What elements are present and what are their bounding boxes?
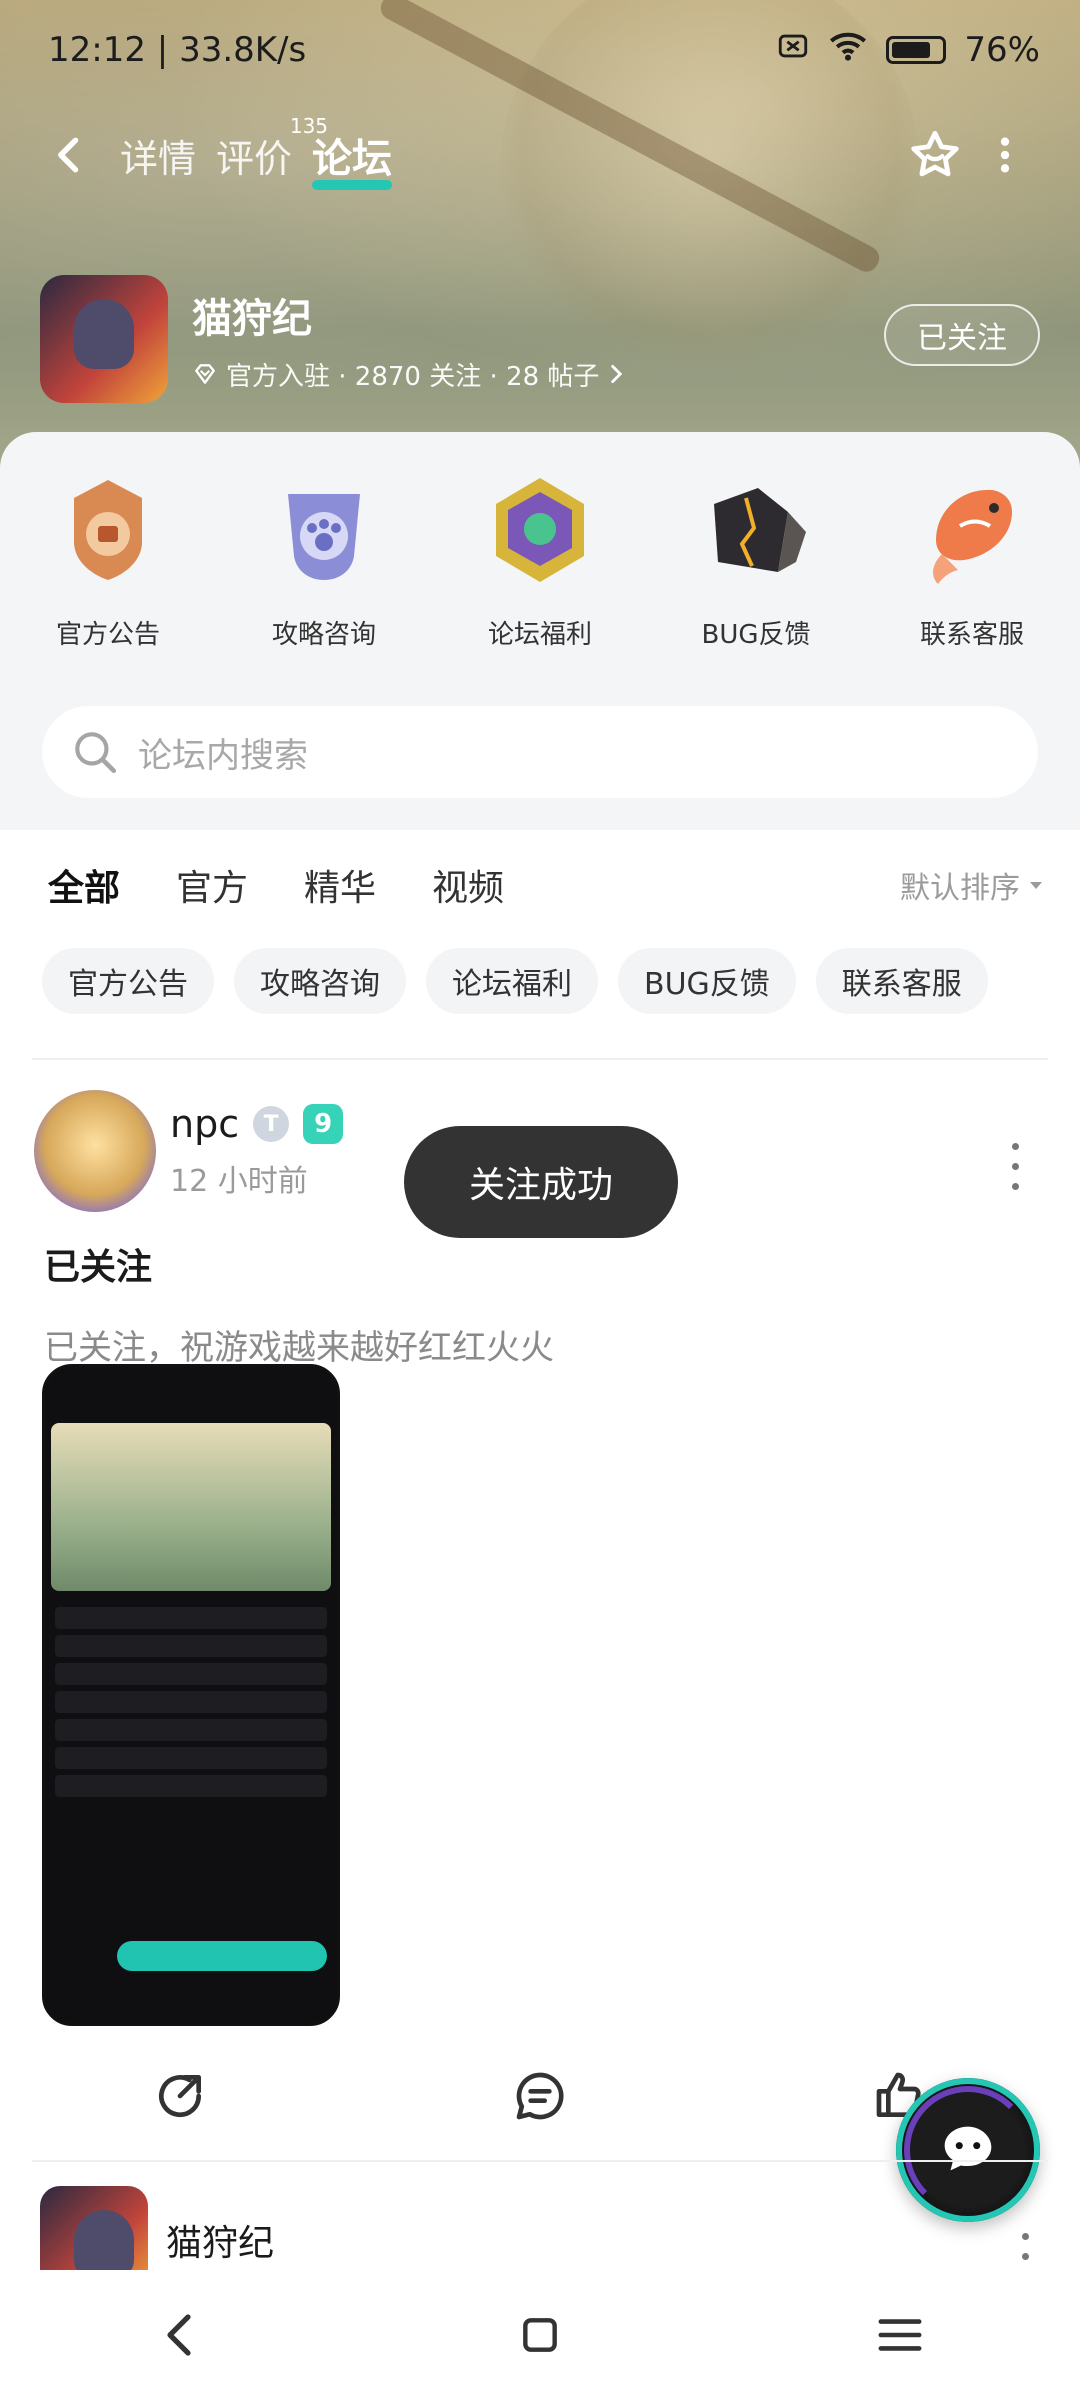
favorite-button[interactable] xyxy=(900,120,970,190)
quick-link-guides[interactable]: 攻略咨询 xyxy=(234,470,414,670)
system-navbar xyxy=(0,2270,1080,2400)
post-card-2[interactable]: 猫狩纪 xyxy=(40,2186,1040,2294)
sort-label: 默认排序 xyxy=(900,871,1020,906)
chevron-left-icon xyxy=(58,137,79,173)
share-button[interactable] xyxy=(140,2056,220,2136)
app-icon[interactable] xyxy=(40,275,168,403)
more-vertical-icon xyxy=(1000,137,1010,173)
announcement-badge-icon xyxy=(48,470,168,590)
chip-benefits[interactable]: 论坛福利 xyxy=(426,948,598,1014)
sim-icon xyxy=(776,29,810,72)
post-username[interactable]: 猫狩纪 xyxy=(166,2214,274,2266)
verified-diamond-icon xyxy=(195,364,215,384)
home-square-icon xyxy=(523,2318,557,2352)
status-bar: 12:12 | 33.8K/s 76% xyxy=(48,22,1040,78)
follow-button[interactable]: 已关注 xyxy=(884,304,1040,366)
category-chips: 官方公告 攻略咨询 论坛福利 BUG反馈 联系客服 xyxy=(42,948,1044,1014)
status-left: 12:12 | 33.8K/s xyxy=(48,30,307,70)
app-info[interactable]: 猫狩纪 官方入驻 · 2870 关注 · 28 帖子 xyxy=(192,286,627,393)
post-time: 12 小时前 xyxy=(170,1164,308,1199)
chat-bubble-icon xyxy=(944,2126,992,2171)
rank-badge: 9 xyxy=(303,1104,344,1144)
comment-icon xyxy=(516,2072,564,2120)
caret-down-icon xyxy=(1030,882,1042,889)
image-banner xyxy=(51,1423,331,1591)
star-icon xyxy=(911,130,959,177)
wifi-icon xyxy=(828,29,868,72)
top-nav: 详情 评价 135 论坛 xyxy=(40,114,1040,190)
chip-bug-report[interactable]: BUG反馈 xyxy=(618,948,796,1014)
avatar[interactable] xyxy=(34,1090,156,1212)
quick-link-label: 论坛福利 xyxy=(487,620,592,650)
search-placeholder: 论坛内搜索 xyxy=(138,735,308,776)
app-meta-text: 官方入驻 · 2870 关注 · 28 帖子 xyxy=(226,361,600,392)
post-username-row: npc T 9 xyxy=(170,1102,344,1146)
back-button[interactable] xyxy=(40,125,100,185)
chip-guides[interactable]: 攻略咨询 xyxy=(234,948,406,1014)
tab-reviews[interactable]: 评价 135 xyxy=(216,114,328,183)
quick-link-label: 联系客服 xyxy=(919,620,1024,650)
nav-home-button[interactable] xyxy=(505,2300,575,2370)
tab-forum[interactable]: 论坛 xyxy=(312,126,393,190)
filter-tab-official[interactable]: 官方 xyxy=(176,859,248,911)
filter-tab-featured[interactable]: 精华 xyxy=(304,859,376,911)
nav-back-button[interactable] xyxy=(145,2300,215,2370)
image-body xyxy=(45,1591,337,1807)
comment-button[interactable] xyxy=(500,2056,580,2136)
image-open-button xyxy=(117,1941,327,1971)
quick-link-label: 攻略咨询 xyxy=(271,620,376,650)
divider xyxy=(32,2160,1048,2162)
quick-link-benefits[interactable]: 论坛福利 xyxy=(450,470,630,670)
status-time: 12:12 xyxy=(48,30,146,70)
divider xyxy=(32,1058,1048,1060)
filter-tab-all[interactable]: 全部 xyxy=(48,859,120,915)
post-body: 已关注，祝游戏越来越好红红火火 xyxy=(44,1328,554,1368)
level-badge: T xyxy=(253,1106,290,1142)
toast: 关注成功 xyxy=(404,1126,678,1238)
more-menu-button[interactable] xyxy=(970,120,1040,190)
header-banner: 12:12 | 33.8K/s 76% 详情 评价 135 论坛 猫狩纪 官方入… xyxy=(0,0,1080,470)
battery-level: 76% xyxy=(964,30,1040,70)
nav-recents-button[interactable] xyxy=(865,2300,935,2370)
app-meta: 官方入驻 · 2870 关注 · 28 帖子 xyxy=(192,356,627,393)
filter-tabs: 全部 官方 精华 视频 默认排序 xyxy=(48,850,1044,920)
chip-support[interactable]: 联系客服 xyxy=(815,948,988,1014)
chip-announcements[interactable]: 官方公告 xyxy=(42,948,214,1014)
post-image[interactable] xyxy=(42,1364,340,2026)
gem-badge-icon xyxy=(480,470,600,590)
quick-link-label: 官方公告 xyxy=(55,620,160,650)
app-name: 猫狩纪 xyxy=(192,295,312,342)
tab-details[interactable]: 详情 xyxy=(120,128,196,183)
menu-icon xyxy=(878,2319,922,2351)
post-more-button[interactable] xyxy=(1000,1136,1030,1196)
paw-badge-icon xyxy=(264,470,384,590)
quick-link-bug-report[interactable]: BUG反馈 xyxy=(666,470,846,670)
post-title: 已关注 xyxy=(44,1247,153,1288)
quick-links: 官方公告 攻略咨询 论坛福利 BUG反馈 联系客服 xyxy=(0,470,1080,670)
filter-tab-video[interactable]: 视频 xyxy=(432,859,504,911)
sort-dropdown[interactable]: 默认排序 xyxy=(900,863,1044,907)
search-icon xyxy=(75,732,117,774)
tab-reviews-label: 评价 xyxy=(216,136,293,181)
search-input[interactable]: 论坛内搜索 xyxy=(42,706,1038,798)
quick-link-announcements[interactable]: 官方公告 xyxy=(18,470,198,670)
image-status xyxy=(45,1367,337,1423)
status-right: 76% xyxy=(776,29,1040,72)
koi-fish-icon xyxy=(912,470,1032,590)
quick-link-label: BUG反馈 xyxy=(701,620,811,650)
post-username[interactable]: npc xyxy=(170,1102,239,1146)
cracked-stone-icon xyxy=(696,470,816,590)
network-speed: 33.8K/s xyxy=(179,30,307,70)
chevron-right-icon xyxy=(611,365,623,383)
app-summary: 猫狩纪 官方入驻 · 2870 关注 · 28 帖子 已关注 xyxy=(40,274,1040,404)
share-icon xyxy=(159,2075,202,2118)
back-icon xyxy=(167,2314,191,2356)
post-user: npc T 9 12 小时前 xyxy=(170,1102,344,1200)
quick-link-support[interactable]: 联系客服 xyxy=(882,470,1062,670)
battery-icon xyxy=(886,36,947,64)
